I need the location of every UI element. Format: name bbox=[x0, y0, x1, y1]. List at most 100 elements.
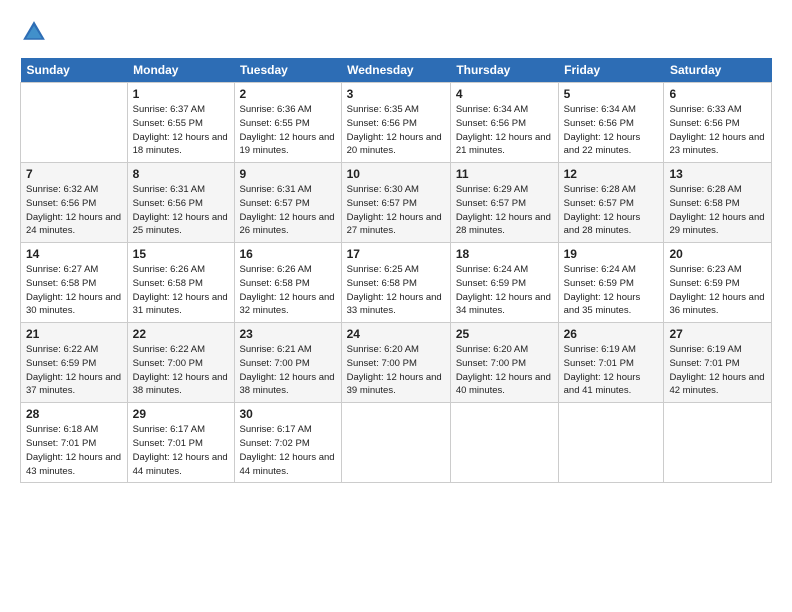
logo-icon bbox=[20, 18, 48, 46]
day-info: Sunrise: 6:17 AMSunset: 7:02 PMDaylight:… bbox=[240, 423, 336, 478]
day-info: Sunrise: 6:34 AMSunset: 6:56 PMDaylight:… bbox=[456, 103, 553, 158]
day-cell: 23 Sunrise: 6:21 AMSunset: 7:00 PMDayligh… bbox=[234, 323, 341, 403]
day-cell: 17 Sunrise: 6:25 AMSunset: 6:58 PMDayligh… bbox=[341, 243, 450, 323]
day-number: 13 bbox=[669, 167, 766, 181]
day-number: 28 bbox=[26, 407, 122, 421]
day-number: 24 bbox=[347, 327, 445, 341]
day-info: Sunrise: 6:19 AMSunset: 7:01 PMDaylight:… bbox=[564, 343, 659, 398]
day-cell: 15 Sunrise: 6:26 AMSunset: 6:58 PMDayligh… bbox=[127, 243, 234, 323]
day-cell: 24 Sunrise: 6:20 AMSunset: 7:00 PMDayligh… bbox=[341, 323, 450, 403]
day-cell: 19 Sunrise: 6:24 AMSunset: 6:59 PMDayligh… bbox=[558, 243, 664, 323]
day-info: Sunrise: 6:24 AMSunset: 6:59 PMDaylight:… bbox=[456, 263, 553, 318]
col-header-wednesday: Wednesday bbox=[341, 58, 450, 83]
day-info: Sunrise: 6:18 AMSunset: 7:01 PMDaylight:… bbox=[26, 423, 122, 478]
week-row-3: 14Sunrise: 6:27 AMSunset: 6:58 PMDayligh… bbox=[21, 243, 772, 323]
day-info: Sunrise: 6:20 AMSunset: 7:00 PMDaylight:… bbox=[347, 343, 445, 398]
day-number: 23 bbox=[240, 327, 336, 341]
day-cell: 29Sunrise: 6:17 AMSunset: 7:01 PMDayligh… bbox=[127, 403, 234, 483]
day-number: 22 bbox=[133, 327, 229, 341]
day-number: 4 bbox=[456, 87, 553, 101]
day-info: Sunrise: 6:36 AMSunset: 6:55 PMDaylight:… bbox=[240, 103, 336, 158]
col-header-sunday: Sunday bbox=[21, 58, 128, 83]
day-info: Sunrise: 6:32 AMSunset: 6:56 PMDaylight:… bbox=[26, 183, 122, 238]
day-info: Sunrise: 6:34 AMSunset: 6:56 PMDaylight:… bbox=[564, 103, 659, 158]
day-cell: 28 Sunrise: 6:18 AMSunset: 7:01 PMDayligh… bbox=[21, 403, 128, 483]
day-cell bbox=[558, 403, 664, 483]
day-cell: 25 Sunrise: 6:20 AMSunset: 7:00 PMDayligh… bbox=[450, 323, 558, 403]
day-number: 18 bbox=[456, 247, 553, 261]
day-info: Sunrise: 6:29 AMSunset: 6:57 PMDaylight:… bbox=[456, 183, 553, 238]
day-number: 16 bbox=[240, 247, 336, 261]
day-number: 12 bbox=[564, 167, 659, 181]
col-header-friday: Friday bbox=[558, 58, 664, 83]
day-info: Sunrise: 6:31 AMSunset: 6:56 PMDaylight:… bbox=[133, 183, 229, 238]
day-cell: 13Sunrise: 6:28 AMSunset: 6:58 PMDayligh… bbox=[664, 163, 772, 243]
day-number: 15 bbox=[133, 247, 229, 261]
day-cell bbox=[450, 403, 558, 483]
day-number: 5 bbox=[564, 87, 659, 101]
day-number: 8 bbox=[133, 167, 229, 181]
day-cell bbox=[664, 403, 772, 483]
day-number: 25 bbox=[456, 327, 553, 341]
day-info: Sunrise: 6:28 AMSunset: 6:57 PMDaylight:… bbox=[564, 183, 659, 238]
day-cell: 3Sunrise: 6:35 AMSunset: 6:56 PMDaylight… bbox=[341, 83, 450, 163]
day-number: 19 bbox=[564, 247, 659, 261]
day-number: 9 bbox=[240, 167, 336, 181]
week-row-1: 1 Sunrise: 6:37 AMSunset: 6:55 PMDaylight… bbox=[21, 83, 772, 163]
day-cell: 7 Sunrise: 6:32 AMSunset: 6:56 PMDaylight… bbox=[21, 163, 128, 243]
day-info: Sunrise: 6:37 AMSunset: 6:55 PMDaylight:… bbox=[133, 103, 229, 158]
day-info: Sunrise: 6:22 AMSunset: 6:59 PMDaylight:… bbox=[26, 343, 122, 398]
day-cell: 5 Sunrise: 6:34 AMSunset: 6:56 PMDaylight… bbox=[558, 83, 664, 163]
day-cell: 21 Sunrise: 6:22 AMSunset: 6:59 PMDayligh… bbox=[21, 323, 128, 403]
day-number: 29 bbox=[133, 407, 229, 421]
week-row-5: 28 Sunrise: 6:18 AMSunset: 7:01 PMDayligh… bbox=[21, 403, 772, 483]
day-number: 30 bbox=[240, 407, 336, 421]
day-number: 2 bbox=[240, 87, 336, 101]
day-cell: 2 Sunrise: 6:36 AMSunset: 6:55 PMDaylight… bbox=[234, 83, 341, 163]
page: SundayMondayTuesdayWednesdayThursdayFrid… bbox=[0, 0, 792, 612]
col-header-tuesday: Tuesday bbox=[234, 58, 341, 83]
day-info: Sunrise: 6:35 AMSunset: 6:56 PMDaylight:… bbox=[347, 103, 445, 158]
day-info: Sunrise: 6:24 AMSunset: 6:59 PMDaylight:… bbox=[564, 263, 659, 318]
day-number: 11 bbox=[456, 167, 553, 181]
col-header-thursday: Thursday bbox=[450, 58, 558, 83]
day-cell: 20Sunrise: 6:23 AMSunset: 6:59 PMDayligh… bbox=[664, 243, 772, 323]
day-cell bbox=[341, 403, 450, 483]
day-number: 7 bbox=[26, 167, 122, 181]
day-number: 21 bbox=[26, 327, 122, 341]
day-cell: 10 Sunrise: 6:30 AMSunset: 6:57 PMDayligh… bbox=[341, 163, 450, 243]
day-info: Sunrise: 6:20 AMSunset: 7:00 PMDaylight:… bbox=[456, 343, 553, 398]
day-cell: 18 Sunrise: 6:24 AMSunset: 6:59 PMDayligh… bbox=[450, 243, 558, 323]
header bbox=[20, 18, 772, 46]
day-cell: 9 Sunrise: 6:31 AMSunset: 6:57 PMDaylight… bbox=[234, 163, 341, 243]
day-cell: 22 Sunrise: 6:22 AMSunset: 7:00 PMDayligh… bbox=[127, 323, 234, 403]
day-info: Sunrise: 6:23 AMSunset: 6:59 PMDaylight:… bbox=[669, 263, 766, 318]
day-cell: 27Sunrise: 6:19 AMSunset: 7:01 PMDayligh… bbox=[664, 323, 772, 403]
day-info: Sunrise: 6:30 AMSunset: 6:57 PMDaylight:… bbox=[347, 183, 445, 238]
day-number: 14 bbox=[26, 247, 122, 261]
day-cell: 4 Sunrise: 6:34 AMSunset: 6:56 PMDaylight… bbox=[450, 83, 558, 163]
day-number: 10 bbox=[347, 167, 445, 181]
day-info: Sunrise: 6:26 AMSunset: 6:58 PMDaylight:… bbox=[133, 263, 229, 318]
day-cell: 12 Sunrise: 6:28 AMSunset: 6:57 PMDayligh… bbox=[558, 163, 664, 243]
day-info: Sunrise: 6:26 AMSunset: 6:58 PMDaylight:… bbox=[240, 263, 336, 318]
day-info: Sunrise: 6:21 AMSunset: 7:00 PMDaylight:… bbox=[240, 343, 336, 398]
logo bbox=[20, 18, 52, 46]
col-header-monday: Monday bbox=[127, 58, 234, 83]
calendar-header-row: SundayMondayTuesdayWednesdayThursdayFrid… bbox=[21, 58, 772, 83]
day-info: Sunrise: 6:19 AMSunset: 7:01 PMDaylight:… bbox=[669, 343, 766, 398]
day-cell: 1 Sunrise: 6:37 AMSunset: 6:55 PMDaylight… bbox=[127, 83, 234, 163]
day-info: Sunrise: 6:22 AMSunset: 7:00 PMDaylight:… bbox=[133, 343, 229, 398]
day-cell: 30 Sunrise: 6:17 AMSunset: 7:02 PMDayligh… bbox=[234, 403, 341, 483]
day-number: 17 bbox=[347, 247, 445, 261]
week-row-2: 7 Sunrise: 6:32 AMSunset: 6:56 PMDaylight… bbox=[21, 163, 772, 243]
day-cell: 11 Sunrise: 6:29 AMSunset: 6:57 PMDayligh… bbox=[450, 163, 558, 243]
day-cell: 14Sunrise: 6:27 AMSunset: 6:58 PMDayligh… bbox=[21, 243, 128, 323]
day-info: Sunrise: 6:33 AMSunset: 6:56 PMDaylight:… bbox=[669, 103, 766, 158]
day-info: Sunrise: 6:25 AMSunset: 6:58 PMDaylight:… bbox=[347, 263, 445, 318]
day-number: 6 bbox=[669, 87, 766, 101]
day-cell: 6 Sunrise: 6:33 AMSunset: 6:56 PMDaylight… bbox=[664, 83, 772, 163]
day-info: Sunrise: 6:31 AMSunset: 6:57 PMDaylight:… bbox=[240, 183, 336, 238]
day-cell: 8 Sunrise: 6:31 AMSunset: 6:56 PMDaylight… bbox=[127, 163, 234, 243]
day-number: 1 bbox=[133, 87, 229, 101]
